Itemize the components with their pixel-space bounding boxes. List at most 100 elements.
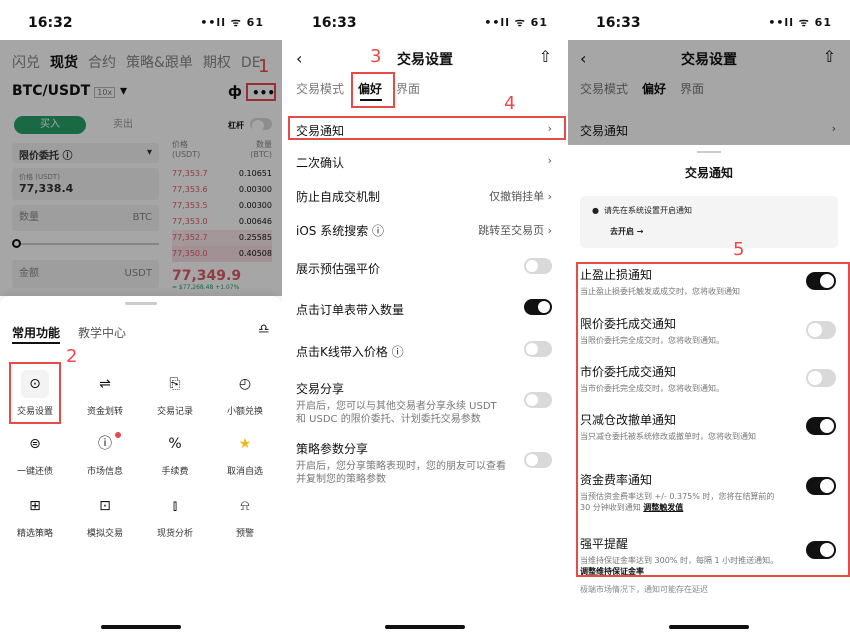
status-time: 16:33 xyxy=(596,15,641,31)
tool-strategies[interactable]: ⊞ 精选策略 xyxy=(0,492,70,539)
tool-label: 资金划转 xyxy=(86,407,123,417)
dim-overlay[interactable] xyxy=(568,40,850,145)
trade-settings-screen: 16:33 ••ll ᯤ 61 ‹ 交易设置 ⇧ 3 交易模式 偏好 界面 4 交易… xyxy=(284,0,566,637)
row-desc: 开启后，您分享策略表现时，您的朋友可以查看并复制您的策略参数 xyxy=(296,461,506,485)
row-value: 仅撤销挂单 › xyxy=(489,190,552,203)
status-bar: 16:33 ••ll ᯤ 61 xyxy=(568,0,850,40)
highlight-notification-list xyxy=(576,262,850,577)
info-icon: ● xyxy=(592,206,599,215)
tool-label: 预警 xyxy=(235,529,254,539)
percent-icon: % xyxy=(168,436,182,452)
row-label: 点击订单表带入数量 xyxy=(296,303,405,317)
tool-label: 一键还债 xyxy=(16,467,53,477)
toggle-order-book-qty[interactable] xyxy=(524,299,552,315)
tool-label: 市场信息 xyxy=(86,467,123,477)
notice-text: 请先在系统设置开启通知 xyxy=(603,206,692,215)
home-indicator xyxy=(101,625,181,629)
tool-fees[interactable]: % 手续费 xyxy=(140,430,210,477)
highlight-trade-notifications xyxy=(288,116,566,140)
nav-bar: ‹ 交易设置 ⇧ xyxy=(284,45,566,71)
toggle-kline-price[interactable] xyxy=(524,341,552,357)
tab-common-functions[interactable]: 常用功能 xyxy=(12,324,60,341)
tool-market-info[interactable]: ⓘ 市场信息 xyxy=(70,430,140,477)
spot-trade-screen: 16:32 ••ll ᯤ 61 闪兑 现货 合约 策略&跟单 期权 DE BTC/USDT… xyxy=(0,0,282,637)
row-label: 二次确认 xyxy=(296,156,345,170)
row-label: 交易分享 xyxy=(296,382,345,396)
bell-icon: ⍾ xyxy=(240,498,250,514)
tool-label: 现货分析 xyxy=(156,529,193,539)
notice-box: ● 请先在系统设置开启通知 去开启 → xyxy=(580,196,838,248)
star-icon: ★ xyxy=(238,436,252,452)
status-time: 16:33 xyxy=(312,15,357,31)
toggle-liq-price[interactable] xyxy=(524,258,552,274)
row-desc: 开启后，您可以与其他交易者分享永续 USDT 和 USDC 的限价委托、计划委托… xyxy=(296,401,497,425)
row-kline-price: 点击K线带入价格 ⓘ xyxy=(296,341,552,360)
sheet-handle[interactable] xyxy=(697,151,721,153)
annotation-3: 3 xyxy=(370,46,382,67)
enable-link[interactable]: 去开启 → xyxy=(610,226,826,237)
sheet-handle[interactable] xyxy=(125,302,157,305)
repay-icon: ⊜ xyxy=(29,436,41,452)
home-indicator xyxy=(669,625,749,629)
row-label: 策略参数分享 xyxy=(296,442,369,456)
toggle-trade-share[interactable] xyxy=(524,392,552,408)
row-ios-search[interactable]: iOS 系统搜索 ⓘ 跳转至交易页 › xyxy=(296,222,552,239)
tab-interface[interactable]: 界面 xyxy=(396,82,420,96)
toggle-strategy-share[interactable] xyxy=(524,452,552,468)
demo-icon: ⊡ xyxy=(99,498,111,514)
strategy-icon: ⊞ xyxy=(29,498,41,514)
annotation-4: 4 xyxy=(504,93,516,114)
analysis-icon: ⫾ xyxy=(172,498,178,514)
status-icons: ••ll ᯤ 61 xyxy=(200,16,264,29)
row-self-trade-prevention[interactable]: 防止自成交机制 仅撤销挂单 › xyxy=(296,188,552,205)
headset-icon[interactable]: ♎ xyxy=(258,322,270,337)
status-bar: 16:32 ••ll ᯤ 61 xyxy=(0,0,282,40)
trade-notifications-screen: 16:33 ••ll ᯤ 61 ‹ 交易设置 ⇧ 交易模式 偏好 界面 交易通知 › … xyxy=(568,0,850,637)
row-estimated-liq-price: 展示预估强平价 xyxy=(296,258,552,277)
tool-unfavorite[interactable]: ★ 取消自选 xyxy=(210,430,280,477)
row-order-book-qty: 点击订单表带入数量 xyxy=(296,299,552,318)
footer-note: 极端市场情况下，通知可能存在延迟 xyxy=(580,585,708,594)
row-value: 跳转至交易页 › xyxy=(478,224,552,237)
annotation-5: 5 xyxy=(733,239,745,260)
tool-label: 交易记录 xyxy=(156,407,193,417)
tool-label: 取消自选 xyxy=(226,467,263,477)
annotation-2: 2 xyxy=(66,346,78,367)
chevron-right-icon: › xyxy=(547,154,552,167)
home-indicator xyxy=(385,625,465,629)
tool-repay[interactable]: ⊜ 一键还债 xyxy=(0,430,70,477)
status-bar: 16:33 ••ll ᯤ 61 xyxy=(284,0,566,40)
tool-alerts[interactable]: ⍾ 预警 xyxy=(210,492,280,539)
tool-trade-history[interactable]: ⎘ 交易记录 xyxy=(140,370,210,417)
tool-spot-analysis[interactable]: ⫾ 现货分析 xyxy=(140,492,210,539)
tool-label: 小额兑换 xyxy=(226,407,263,417)
highlight-preferences xyxy=(351,72,395,108)
tool-transfer[interactable]: ⇌ 资金划转 xyxy=(70,370,140,417)
dim-overlay[interactable] xyxy=(0,40,282,296)
history-icon: ⎘ xyxy=(169,376,181,392)
highlight-trade-settings xyxy=(9,362,61,424)
page-title: 交易设置 xyxy=(397,52,453,68)
share-icon[interactable]: ⇧ xyxy=(539,47,552,66)
row-label: 展示预估强平价 xyxy=(296,262,381,276)
tool-label: 模拟交易 xyxy=(86,529,123,539)
tool-small-convert[interactable]: ◴ 小额兑换 xyxy=(210,370,280,417)
row-label: 点击K线带入价格 ⓘ xyxy=(296,345,404,359)
status-icons: ••ll ᯤ 61 xyxy=(768,16,832,29)
status-time: 16:32 xyxy=(28,15,73,31)
tool-label: 手续费 xyxy=(161,467,189,477)
row-strategy-share: 策略参数分享开启后，您分享策略表现时，您的朋友可以查看并复制您的策略参数 xyxy=(296,440,552,486)
sheet-title: 交易通知 xyxy=(684,166,733,180)
tab-underline xyxy=(12,342,60,344)
row-double-confirm[interactable]: 二次确认 › xyxy=(296,154,552,171)
status-icons: ••ll ᯤ 61 xyxy=(484,16,548,29)
row-label: iOS 系统搜索 ⓘ xyxy=(296,224,385,238)
tool-demo-trading[interactable]: ⊡ 模拟交易 xyxy=(70,492,140,539)
row-trade-share: 交易分享开启后，您可以与其他交易者分享永续 USDT 和 USDC 的限价委托、… xyxy=(296,380,552,426)
tab-learning-center[interactable]: 教学中心 xyxy=(78,324,126,341)
transfer-icon: ⇌ xyxy=(99,376,111,392)
notification-dot xyxy=(115,432,121,438)
row-label: 防止自成交机制 xyxy=(296,190,381,204)
tab-trade-mode[interactable]: 交易模式 xyxy=(296,82,344,96)
tool-label: 精选策略 xyxy=(16,529,53,539)
